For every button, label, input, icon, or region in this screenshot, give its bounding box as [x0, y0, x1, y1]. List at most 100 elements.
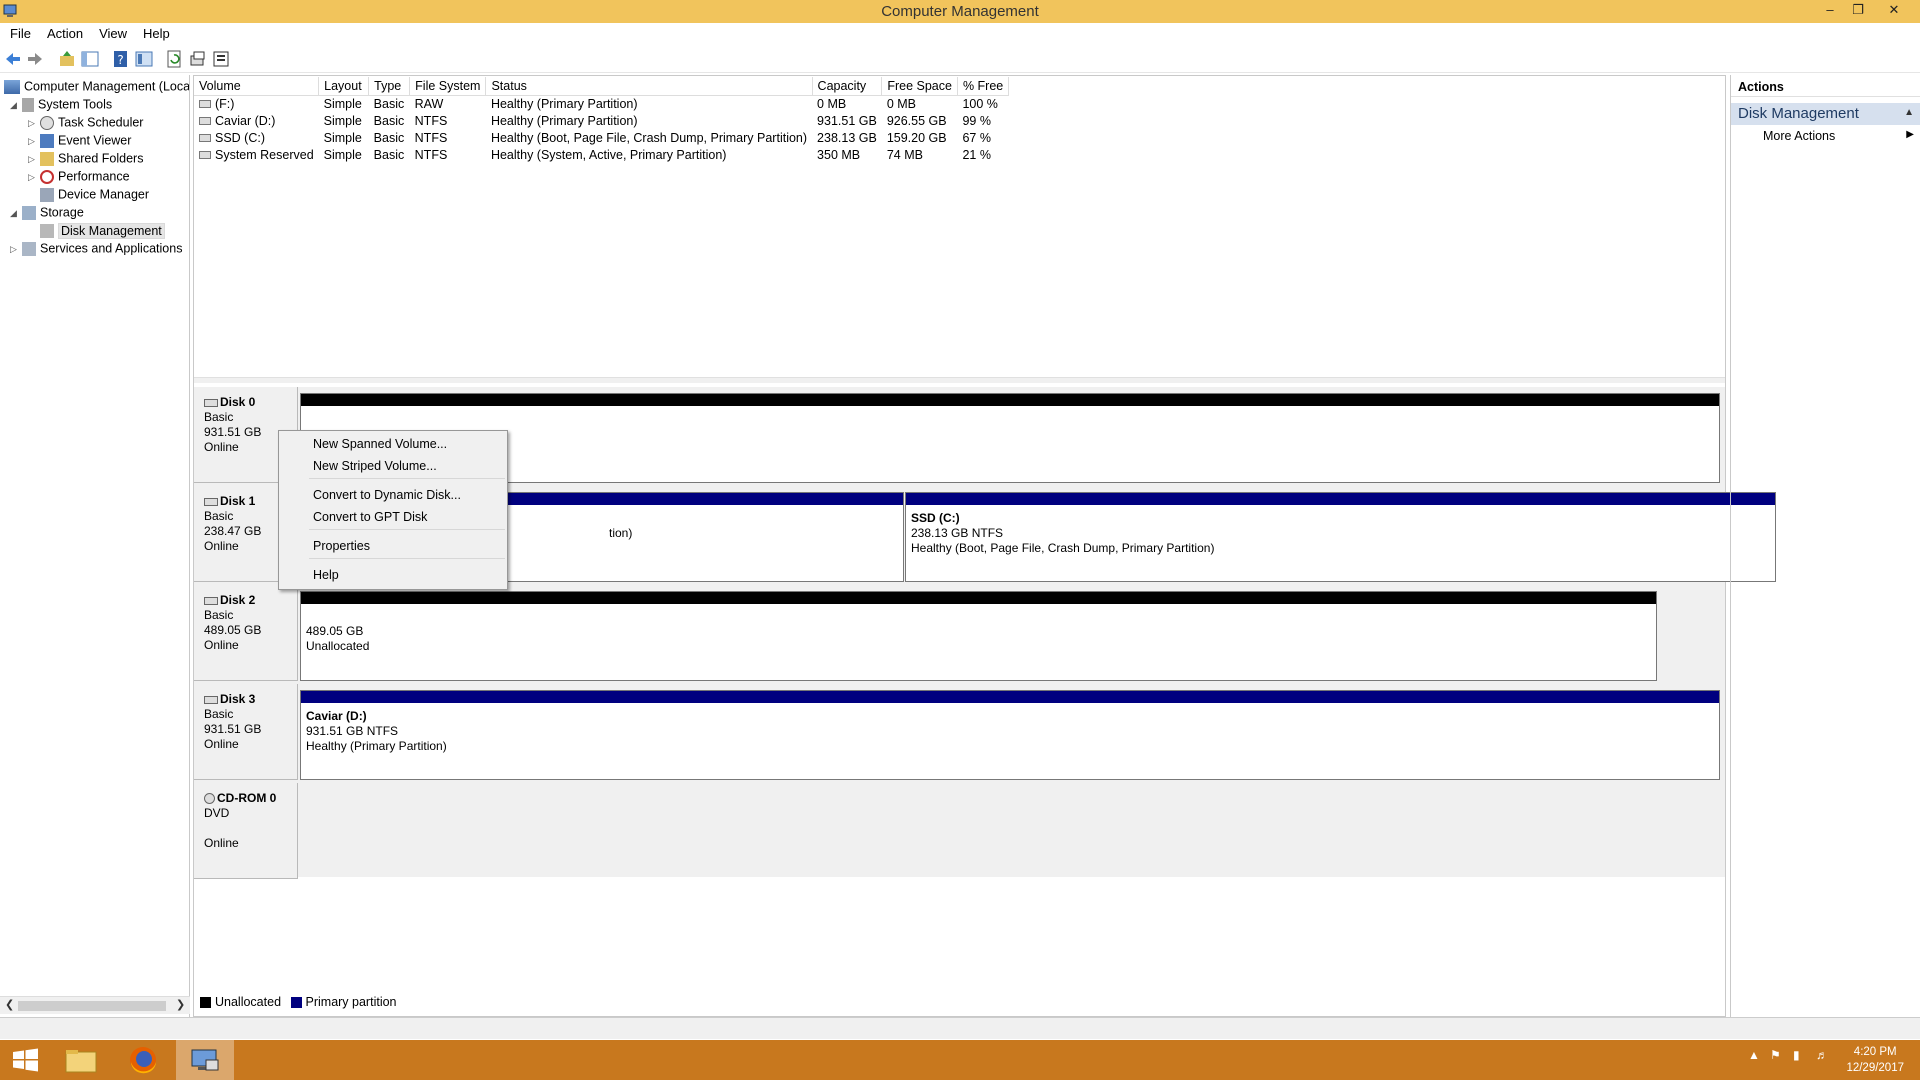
legend: Unallocated Primary partition: [194, 995, 1725, 1015]
taskbar-firefox[interactable]: [114, 1040, 172, 1080]
disk-label-cdrom-0[interactable]: CD-ROM 0 DVD Online: [194, 783, 298, 879]
table-row[interactable]: (F:) Simple Basic RAW Healthy (Primary Part…: [194, 95, 1009, 112]
refresh-icon[interactable]: [166, 50, 184, 68]
tree-item-system-tools[interactable]: ◢ System Tools: [10, 97, 112, 115]
partition-ssd-c[interactable]: SSD (C:) 238.13 GB NTFS Healthy (Boot, P…: [905, 492, 1776, 582]
expand-arrow-icon[interactable]: ▷: [28, 172, 40, 183]
table-row[interactable]: System Reserved Simple Basic NTFS Healthy (…: [194, 146, 1009, 163]
performance-icon: [40, 169, 54, 184]
menu-item-convert-to-dynamic-disk[interactable]: Convert to Dynamic Disk...: [313, 488, 461, 502]
menu-item-new-striped-volume[interactable]: New Striped Volume...: [313, 459, 437, 473]
show-hidden-icons-icon[interactable]: ▲: [1748, 1048, 1760, 1062]
volume-icon: [199, 99, 211, 108]
close-button[interactable]: ✕: [1880, 0, 1908, 22]
column-header-file-system[interactable]: File System: [409, 77, 487, 96]
disk-label-2[interactable]: Disk 2 Basic 489.05 GB Online: [194, 585, 298, 681]
console-icon[interactable]: [135, 50, 153, 68]
tree-item-device-manager[interactable]: Device Manager: [28, 187, 149, 205]
start-button[interactable]: [0, 1040, 58, 1080]
column-header-capacity[interactable]: Capacity: [812, 77, 883, 96]
up-icon[interactable]: [58, 50, 76, 68]
menu-help[interactable]: Help: [133, 23, 170, 41]
expand-arrow-icon[interactable]: ▷: [10, 244, 22, 255]
device-manager-icon: [40, 187, 54, 202]
column-header-status[interactable]: Status: [485, 77, 813, 96]
tree-item-event-viewer[interactable]: ▷ Event Viewer: [28, 133, 131, 151]
back-icon[interactable]: [4, 50, 22, 68]
settings-icon[interactable]: [212, 50, 230, 68]
taskbar-computer-management[interactable]: [176, 1040, 234, 1080]
taskbar-file-explorer[interactable]: [52, 1040, 110, 1080]
primary-partition-swatch: [290, 997, 302, 1009]
menu-file[interactable]: File: [0, 23, 31, 41]
tree-item-task-scheduler[interactable]: ▷ Task Scheduler: [28, 115, 143, 133]
more-actions-menu[interactable]: More Actions ▶: [1731, 125, 1920, 147]
scroll-right-icon[interactable]: ❯: [176, 998, 185, 1011]
volume-icon: [199, 150, 211, 159]
column-header-free-space[interactable]: Free Space: [881, 77, 958, 96]
expand-arrow-icon[interactable]: ▷: [28, 154, 40, 165]
scrollbar-thumb[interactable]: [18, 1001, 166, 1011]
menu-item-help[interactable]: Help: [313, 568, 339, 582]
partition-caviar-d[interactable]: Caviar (D:) 931.51 GB NTFS Healthy (Prim…: [300, 690, 1720, 780]
menu-item-properties[interactable]: Properties: [313, 539, 370, 553]
restore-button[interactable]: ❐: [1844, 0, 1872, 22]
column-header-percent-free[interactable]: % Free: [957, 77, 1010, 96]
tools-icon: [22, 97, 34, 112]
forward-icon[interactable]: [26, 50, 44, 68]
tree-horizontal-scrollbar[interactable]: ❮ ❯: [0, 996, 190, 1014]
expand-arrow-icon[interactable]: ▷: [28, 136, 40, 147]
disk-management-icon: [40, 223, 54, 238]
partition-disk0-unallocated[interactable]: [300, 393, 1720, 483]
actions-pane: Actions Disk Management ▲ More Actions ▶: [1730, 75, 1920, 1017]
unallocated-bar: [301, 394, 1719, 406]
volume-icon: [199, 116, 211, 125]
svg-text:?: ?: [117, 53, 123, 67]
volume-icon[interactable]: ♬: [1816, 1048, 1828, 1062]
collapse-arrow-icon[interactable]: ◢: [10, 100, 22, 111]
disk-icon: [204, 497, 218, 506]
collapse-arrow-icon[interactable]: ◢: [10, 208, 22, 219]
table-row[interactable]: Caviar (D:) Simple Basic NTFS Healthy (Prim…: [194, 112, 1009, 129]
disk-icon: [204, 596, 218, 605]
tree-item-shared-folders[interactable]: ▷ Shared Folders: [28, 151, 143, 169]
firefox-icon: [130, 1047, 156, 1074]
tree-item-computer-management[interactable]: Computer Management (Local: [4, 79, 189, 97]
collapse-up-icon[interactable]: ▲: [1904, 107, 1914, 118]
menu-action[interactable]: Action: [37, 23, 83, 41]
file-explorer-icon: [65, 1050, 97, 1073]
tree-item-storage[interactable]: ◢ Storage: [10, 205, 84, 223]
rescan-icon[interactable]: [189, 50, 207, 68]
column-header-volume[interactable]: Volume: [194, 77, 320, 96]
menu-item-convert-to-gpt-disk[interactable]: Convert to GPT Disk: [313, 510, 427, 524]
system-clock[interactable]: 4:20 PM 12/29/2017: [1846, 1044, 1904, 1076]
status-bar: [0, 1017, 1920, 1039]
column-header-layout[interactable]: Layout: [318, 77, 370, 96]
action-center-flag-icon[interactable]: ⚑: [1770, 1048, 1781, 1062]
expand-arrow-icon[interactable]: ▷: [28, 118, 40, 129]
primary-partition-bar: [301, 691, 1719, 703]
event-viewer-icon: [40, 133, 54, 148]
scroll-left-icon[interactable]: ❮: [5, 998, 14, 1011]
tree-item-performance[interactable]: ▷ Performance: [28, 169, 130, 187]
partition-disk2-unallocated[interactable]: 489.05 GB Unallocated: [300, 591, 1657, 681]
tree-item-services-and-applications[interactable]: ▷ Services and Applications: [10, 241, 182, 259]
tree-item-disk-management[interactable]: Disk Management: [28, 222, 165, 241]
table-row[interactable]: SSD (C:) Simple Basic NTFS Healthy (Boot, P…: [194, 129, 1009, 146]
volume-icon: [199, 133, 211, 142]
disk-label-3[interactable]: Disk 3 Basic 931.51 GB Online: [194, 684, 298, 780]
actions-section-disk-management[interactable]: Disk Management ▲: [1731, 103, 1920, 125]
computer-icon: [4, 79, 20, 94]
pane-splitter[interactable]: [194, 377, 1725, 383]
menu-view[interactable]: View: [89, 23, 127, 41]
network-icon[interactable]: ▮: [1793, 1048, 1800, 1062]
menu-separator: [309, 529, 505, 530]
help-icon[interactable]: ?: [112, 50, 130, 68]
show-hide-tree-icon[interactable]: [81, 50, 99, 68]
menu-item-new-spanned-volume[interactable]: New Spanned Volume...: [313, 437, 447, 451]
title-bar: Computer Management – ❐ ✕: [0, 0, 1920, 23]
column-header-type[interactable]: Type: [368, 77, 411, 96]
disk-context-menu: New Spanned Volume... New Striped Volume…: [278, 430, 508, 590]
menu-separator: [309, 478, 505, 479]
minimize-button[interactable]: –: [1816, 0, 1844, 22]
